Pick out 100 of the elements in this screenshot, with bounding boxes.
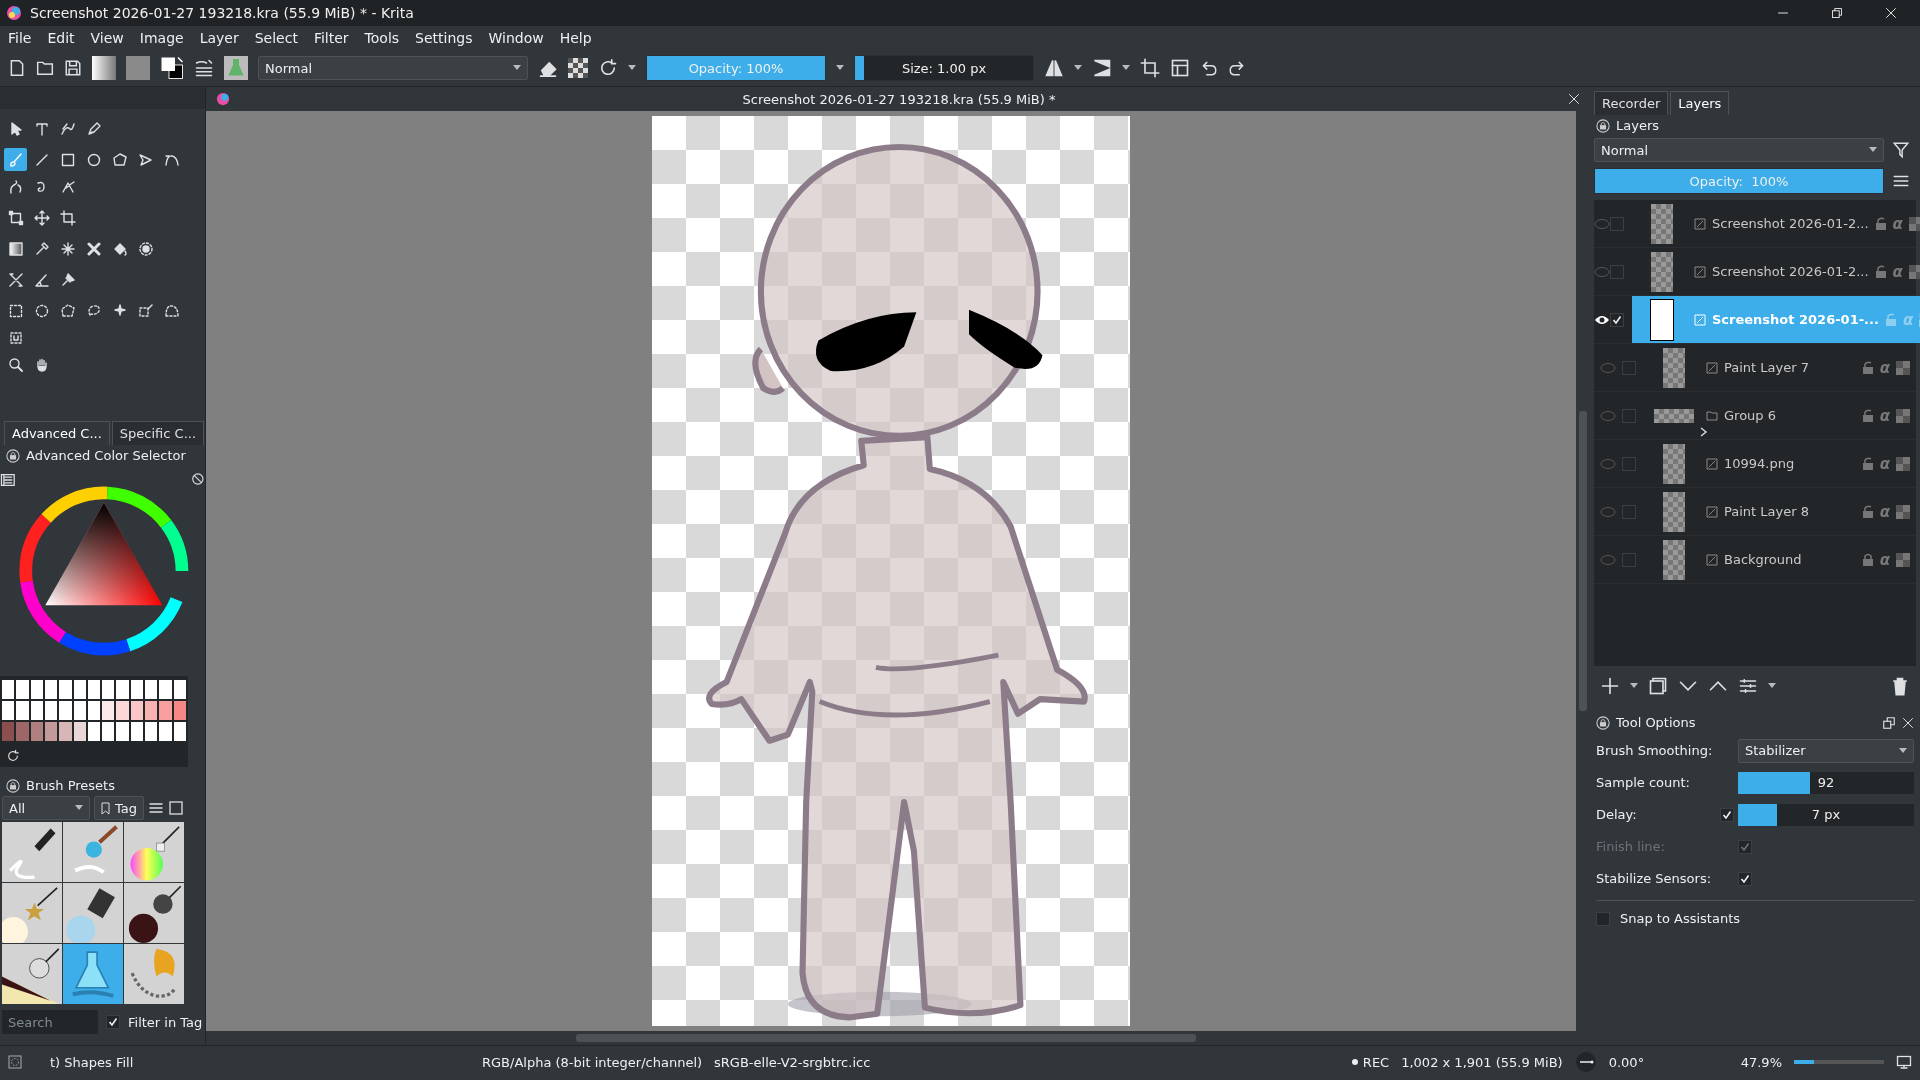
docker-tab[interactable]: Layers — [1670, 91, 1730, 115]
caret-icon[interactable] — [836, 65, 844, 71]
color-swatch[interactable] — [116, 680, 129, 699]
color-swatch[interactable] — [173, 680, 186, 699]
brush-preset[interactable] — [124, 883, 184, 943]
color-swatch[interactable] — [145, 680, 158, 699]
checkbox[interactable] — [1622, 360, 1636, 375]
checkbox[interactable] — [1596, 911, 1610, 926]
color-swatch[interactable] — [44, 680, 58, 699]
close-icon[interactable] — [1902, 716, 1914, 729]
blend-mode-dropdown[interactable]: Normal — [258, 56, 528, 80]
checker-icon[interactable] — [1908, 216, 1920, 231]
checker-icon[interactable] — [1896, 552, 1910, 567]
menu-item[interactable]: Settings — [415, 30, 473, 46]
undo-icon[interactable] — [1200, 59, 1218, 77]
color-swatch[interactable] — [73, 722, 86, 741]
float-icon[interactable] — [1882, 715, 1896, 730]
alpha-lock-icon[interactable] — [568, 58, 588, 78]
unlock-icon[interactable] — [1861, 408, 1874, 423]
rotation-dial-icon[interactable] — [1574, 1051, 1597, 1073]
preset-filter-dropdown[interactable]: All — [2, 796, 90, 820]
checkbox[interactable] — [1720, 807, 1734, 822]
menu-item[interactable]: Help — [559, 30, 592, 46]
settings-list-icon[interactable] — [0, 472, 16, 488]
caret-icon[interactable] — [1122, 65, 1130, 71]
color-swatch[interactable] — [2, 701, 15, 720]
menu-item[interactable]: Edit — [47, 30, 75, 46]
checkbox[interactable] — [1610, 216, 1624, 231]
color-swatch[interactable] — [145, 722, 158, 741]
color-swatch[interactable] — [59, 701, 72, 720]
spin-slider[interactable]: 92 — [1738, 771, 1914, 794]
caret-icon[interactable] — [513, 65, 521, 71]
docker-tab[interactable]: Specific C... — [111, 421, 205, 445]
filter-icon[interactable] — [1892, 141, 1910, 159]
tag-button[interactable]: Tag — [94, 796, 144, 820]
fullscreen-icon[interactable] — [1896, 1054, 1912, 1070]
wrap-around-icon[interactable] — [1170, 58, 1190, 78]
color-swatch[interactable] — [145, 701, 158, 720]
checkbox[interactable] — [1610, 312, 1624, 327]
menu-item[interactable]: Filter — [313, 30, 349, 46]
panel-icon[interactable] — [168, 800, 184, 816]
gradient-swatch-icon[interactable] — [92, 56, 116, 80]
lock-icon[interactable] — [1861, 552, 1874, 567]
checkbox[interactable] — [1610, 264, 1624, 279]
no-sign-icon[interactable] — [191, 472, 205, 486]
unlock-icon[interactable] — [1874, 216, 1887, 231]
new-document-icon[interactable] — [8, 59, 26, 77]
foreground-background-color-icon[interactable] — [160, 56, 184, 80]
caret-icon[interactable] — [1630, 683, 1638, 689]
caret-icon[interactable] — [1899, 747, 1907, 754]
color-swatch[interactable] — [44, 722, 58, 741]
menu-item[interactable]: File — [8, 30, 32, 46]
checker-icon[interactable] — [1896, 456, 1910, 471]
color-swatch[interactable] — [30, 722, 43, 741]
blend-mode-dropdown[interactable]: Normal — [1594, 138, 1884, 162]
color-swatch[interactable] — [73, 701, 86, 720]
color-swatch[interactable] — [130, 680, 144, 699]
add-icon[interactable] — [1600, 676, 1620, 696]
color-swatch[interactable] — [102, 680, 115, 699]
checkbox[interactable] — [1622, 552, 1636, 567]
brush-preset[interactable] — [2, 822, 62, 882]
color-swatch[interactable] — [16, 680, 29, 699]
checker-icon[interactable] — [1896, 504, 1910, 519]
color-swatch[interactable] — [16, 722, 29, 741]
restore-icon[interactable] — [1831, 7, 1843, 19]
caret-icon[interactable] — [628, 65, 636, 71]
color-swatch[interactable] — [2, 680, 15, 699]
docker-tab[interactable]: Advanced C... — [4, 421, 110, 445]
color-swatch[interactable] — [30, 701, 43, 720]
save-icon[interactable] — [64, 59, 82, 77]
list-view-icon[interactable] — [148, 800, 164, 816]
redo-icon[interactable] — [1228, 59, 1246, 77]
close-icon[interactable] — [1885, 7, 1897, 19]
brush-preset[interactable] — [63, 822, 123, 882]
expand-icon[interactable] — [1700, 427, 1708, 437]
unlock-icon[interactable] — [1861, 360, 1874, 375]
color-swatch[interactable] — [73, 680, 86, 699]
color-swatch[interactable] — [130, 701, 144, 720]
size-slider[interactable]: Size: 1.00 px — [854, 55, 1034, 81]
unlock-icon[interactable] — [1874, 264, 1887, 279]
color-swatch[interactable] — [102, 701, 115, 720]
properties-icon[interactable] — [1738, 676, 1758, 696]
color-swatch[interactable] — [173, 701, 186, 720]
close-icon[interactable] — [1568, 93, 1580, 105]
spin-slider[interactable]: 7 px — [1738, 803, 1914, 826]
color-swatch[interactable] — [130, 722, 144, 741]
menu-item[interactable]: Tools — [364, 30, 400, 46]
zoom-slider[interactable] — [1794, 1060, 1884, 1064]
checkbox[interactable] — [106, 1015, 120, 1029]
checkbox[interactable] — [1738, 871, 1752, 886]
checker-icon[interactable] — [1908, 264, 1920, 279]
horizontal-scrollbar[interactable] — [206, 1031, 1590, 1045]
caret-icon[interactable] — [1869, 147, 1877, 153]
color-swatch[interactable] — [159, 701, 172, 720]
color-swatch[interactable] — [2, 722, 15, 741]
color-swatch[interactable] — [116, 722, 129, 741]
eye-icon[interactable] — [1594, 313, 1610, 326]
folder-icon[interactable] — [36, 59, 54, 77]
color-swatch[interactable] — [87, 722, 101, 741]
checkbox[interactable] — [1622, 408, 1636, 423]
